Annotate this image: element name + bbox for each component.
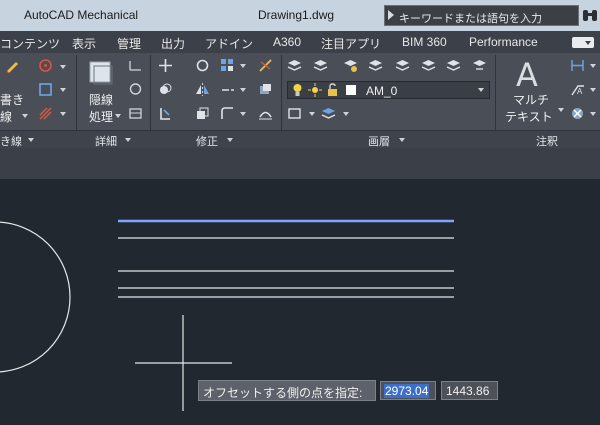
dropdown-arrow-icon[interactable] bbox=[590, 112, 596, 116]
table-icon[interactable] bbox=[128, 106, 143, 121]
hidden-line-icon[interactable] bbox=[86, 58, 116, 88]
match-layer-icon[interactable] bbox=[321, 106, 336, 121]
linear-dimension-icon[interactable] bbox=[570, 58, 585, 73]
layer-dropdown[interactable]: AM_0 bbox=[287, 81, 490, 99]
app-title: AutoCAD Mechanical bbox=[24, 8, 139, 22]
ribbon-minimize-toggle[interactable] bbox=[572, 37, 594, 48]
dropdown-arrow-icon[interactable] bbox=[590, 64, 596, 68]
draw-button-label-2[interactable]: 線 bbox=[0, 108, 12, 125]
unlock-icon[interactable] bbox=[326, 83, 339, 97]
tab-a360[interactable]: A360 bbox=[273, 35, 301, 49]
panel-label-detail[interactable]: 詳細 bbox=[95, 133, 117, 149]
polygon-icon[interactable] bbox=[38, 82, 53, 97]
pencil-icon[interactable] bbox=[5, 58, 20, 73]
tab-featured-apps[interactable]: 注目アプリ bbox=[321, 35, 381, 52]
hatch-icon[interactable] bbox=[38, 106, 53, 121]
layer-freeze-icon[interactable] bbox=[395, 58, 410, 73]
mtext-label-2[interactable]: テキスト bbox=[505, 108, 553, 125]
layer-color-swatch bbox=[346, 85, 356, 95]
search-expand-icon[interactable] bbox=[388, 10, 394, 20]
panel-expand-icon[interactable] bbox=[125, 138, 131, 142]
dropdown-arrow-icon[interactable] bbox=[343, 112, 349, 116]
search-placeholder: キーワードまたは語句を入力 bbox=[399, 13, 542, 25]
sun-icon[interactable] bbox=[308, 83, 322, 97]
document-title: Drawing1.dwg bbox=[258, 8, 335, 22]
dropdown-arrow-icon[interactable] bbox=[558, 108, 564, 112]
title-bar: AutoCAD Mechanical Drawing1.dwg キーワードまたは… bbox=[0, 0, 600, 31]
tab-manage[interactable]: 管理 bbox=[117, 35, 141, 52]
dropdown-arrow-icon[interactable] bbox=[240, 64, 246, 68]
hidden-line-label-2[interactable]: 処理 bbox=[89, 108, 113, 125]
move-icon[interactable] bbox=[158, 58, 173, 73]
file-tab-strip bbox=[0, 148, 600, 179]
fillet-icon[interactable] bbox=[220, 82, 235, 97]
array-icon[interactable] bbox=[220, 58, 235, 73]
dropdown-arrow-icon[interactable] bbox=[60, 65, 66, 69]
panel-expand-icon[interactable] bbox=[399, 138, 405, 142]
layer-lock-icon[interactable] bbox=[421, 58, 436, 73]
panel-label-annotation[interactable]: 注釈 bbox=[536, 133, 558, 149]
dropdown-arrow-icon[interactable] bbox=[22, 114, 28, 118]
draw-button-label-1[interactable]: 書き bbox=[0, 91, 24, 108]
panel-expand-icon[interactable] bbox=[227, 138, 233, 142]
panel-expand-icon[interactable] bbox=[28, 138, 34, 142]
search-input[interactable]: キーワードまたは語句を入力 bbox=[384, 5, 579, 26]
coordinate-value: 1443.86 bbox=[446, 384, 490, 398]
dropdown-arrow-icon[interactable] bbox=[309, 112, 315, 116]
make-current-icon[interactable] bbox=[287, 106, 302, 121]
tab-bim360[interactable]: BIM 360 bbox=[402, 35, 447, 49]
tab-view[interactable]: 表示 bbox=[72, 35, 96, 52]
scale-icon[interactable] bbox=[195, 106, 210, 121]
copy-icon[interactable] bbox=[158, 82, 173, 97]
layer-state-icon[interactable] bbox=[313, 58, 328, 73]
multiline-text-icon[interactable]: A bbox=[516, 56, 538, 94]
rotate-icon[interactable] bbox=[195, 58, 210, 73]
layer-off-icon[interactable] bbox=[343, 58, 358, 73]
dropdown-arrow-icon[interactable] bbox=[60, 88, 66, 92]
target-icon[interactable] bbox=[38, 58, 53, 73]
panel-label-modify[interactable]: 修正 bbox=[196, 133, 218, 149]
chevron-down-icon[interactable] bbox=[478, 88, 484, 92]
tab-performance[interactable]: Performance bbox=[469, 35, 538, 49]
ribbon-panel-footer: き線 詳細 修正 画層 注釈 bbox=[0, 130, 600, 148]
layer-isolate-icon[interactable] bbox=[368, 58, 383, 73]
explode-icon[interactable] bbox=[258, 82, 273, 97]
balloon-icon[interactable] bbox=[128, 82, 143, 97]
binoculars-icon[interactable] bbox=[582, 7, 598, 23]
svg-text:A: A bbox=[577, 87, 583, 96]
leader-icon[interactable]: A bbox=[570, 82, 585, 97]
tab-addins[interactable]: アドイン bbox=[205, 35, 253, 52]
dimension-icon[interactable] bbox=[128, 58, 143, 73]
dropdown-arrow-icon[interactable] bbox=[590, 88, 596, 92]
mtext-label-1[interactable]: マルチ bbox=[513, 91, 549, 108]
panel-label-draw[interactable]: き線 bbox=[0, 133, 22, 149]
panel-label-layer[interactable]: 画層 bbox=[368, 133, 390, 149]
table-annotation-icon[interactable] bbox=[570, 106, 585, 121]
layer-match-icon[interactable] bbox=[446, 58, 461, 73]
join-icon[interactable] bbox=[258, 106, 273, 121]
lightbulb-icon[interactable] bbox=[291, 83, 304, 97]
hidden-line-label-1[interactable]: 隠線 bbox=[89, 91, 113, 108]
stretch-icon[interactable] bbox=[158, 106, 173, 121]
layer-previous-icon[interactable] bbox=[472, 58, 487, 73]
mirror-icon[interactable] bbox=[195, 82, 210, 97]
offset-value-selected: 2973.04 bbox=[384, 384, 430, 398]
dropdown-arrow-icon[interactable] bbox=[115, 114, 121, 118]
dropdown-arrow-icon[interactable] bbox=[240, 112, 246, 116]
ribbon-tab-bar: コンテンツ 表示 管理 出力 アドイン A360 注目アプリ BIM 360 P… bbox=[0, 31, 600, 53]
command-prompt: オフセットする側の点を指定: bbox=[198, 380, 376, 401]
circle-entity bbox=[0, 221, 71, 373]
offset-value-input[interactable]: 2973.04 bbox=[380, 381, 436, 400]
trim-icon[interactable] bbox=[258, 58, 273, 73]
tab-output[interactable]: 出力 bbox=[161, 35, 185, 52]
coordinate-value-input[interactable]: 1443.86 bbox=[441, 381, 498, 400]
current-layer-name: AM_0 bbox=[366, 84, 398, 98]
offset-icon[interactable] bbox=[220, 106, 235, 121]
prompt-text: オフセットする側の点を指定: bbox=[203, 386, 363, 400]
dropdown-arrow-icon[interactable] bbox=[60, 112, 66, 116]
dropdown-arrow-icon[interactable] bbox=[240, 88, 246, 92]
layer-properties-icon[interactable] bbox=[287, 58, 302, 73]
tab-contents[interactable]: コンテンツ bbox=[0, 35, 60, 52]
